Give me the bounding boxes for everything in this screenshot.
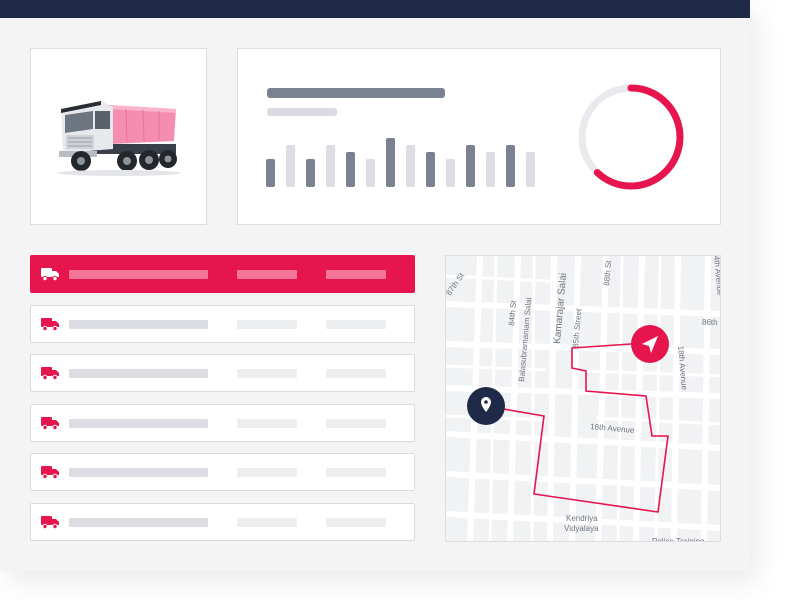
bar-chart-bar <box>406 145 415 187</box>
truck-icon <box>41 417 59 430</box>
statistics-card <box>237 48 721 225</box>
vehicle-name-placeholder <box>69 419 208 428</box>
bar-chart-bar <box>346 152 355 187</box>
bar-chart-bar <box>526 152 535 187</box>
vehicle-list-row[interactable] <box>30 255 415 293</box>
street-label: 16th Avenue <box>590 422 636 435</box>
bar-chart-bar <box>486 152 495 187</box>
bar-chart-bar <box>306 159 315 187</box>
stats-title-placeholder <box>267 88 445 98</box>
vehicle-status-placeholder <box>326 369 386 378</box>
vehicle-status-placeholder <box>326 419 386 428</box>
street-label: 88th St <box>602 259 613 286</box>
vehicle-list-row[interactable] <box>30 404 415 442</box>
vehicle-name-placeholder <box>69 320 208 329</box>
vehicle-list-row[interactable] <box>30 453 415 491</box>
top-navbar <box>0 0 750 18</box>
vehicle-detail-placeholder <box>237 419 297 428</box>
vehicle-detail-placeholder <box>237 270 297 279</box>
mini-bar-chart <box>266 138 535 187</box>
bar-chart-bar <box>466 145 475 187</box>
vehicle-status-placeholder <box>326 518 386 527</box>
map-canvas[interactable]: 87th St 84th St Balasubramaniam Salai Ka… <box>446 256 721 542</box>
vehicle-name-placeholder <box>69 468 208 477</box>
stats-subtitle-placeholder <box>267 108 337 116</box>
vehicle-detail-placeholder <box>237 518 297 527</box>
bar-chart-bar <box>266 159 275 187</box>
bar-chart-bar <box>506 145 515 187</box>
bar-chart-bar <box>286 145 295 187</box>
vehicle-status-placeholder <box>326 468 386 477</box>
vehicle-list-row[interactable] <box>30 305 415 343</box>
app-window: 87th St 84th St Balasubramaniam Salai Ka… <box>0 0 750 571</box>
bar-chart-bar <box>386 138 395 187</box>
dump-truck-image <box>57 101 181 176</box>
vehicle-detail-placeholder <box>237 320 297 329</box>
vehicle-detail-placeholder <box>237 369 297 378</box>
vehicle-detail-placeholder <box>237 468 297 477</box>
progress-donut <box>578 84 684 190</box>
street-label: 86th <box>702 318 718 327</box>
vehicle-name-placeholder <box>69 369 208 378</box>
street-label: 87th St <box>446 271 467 298</box>
bar-chart-bar <box>326 145 335 187</box>
route-map[interactable]: 87th St 84th St Balasubramaniam Salai Ka… <box>445 255 721 542</box>
vehicle-name-placeholder <box>69 270 208 279</box>
place-label: Vidyalaya <box>564 524 599 533</box>
location-pin-icon[interactable] <box>467 387 505 425</box>
vehicle-list-row[interactable] <box>30 354 415 392</box>
truck-icon <box>41 268 59 281</box>
truck-icon <box>41 318 59 331</box>
navigation-arrow-icon[interactable] <box>631 325 669 363</box>
vehicle-status-placeholder <box>326 320 386 329</box>
vehicle-list-row[interactable] <box>30 503 415 541</box>
truck-icon <box>41 516 59 529</box>
vehicle-name-placeholder <box>69 518 208 527</box>
place-label: Kendriya <box>566 514 598 523</box>
bar-chart-bar <box>366 159 375 187</box>
vehicle-status-placeholder <box>326 270 386 279</box>
bar-chart-bar <box>426 152 435 187</box>
place-label: Police Training <box>652 537 704 542</box>
street-label: 85th Street <box>571 308 583 349</box>
street-label: 4th Avenue <box>712 256 721 296</box>
truck-icon <box>41 367 59 380</box>
bar-chart-bar <box>446 159 455 187</box>
truck-icon <box>41 466 59 479</box>
vehicle-photo-card[interactable] <box>30 48 207 225</box>
place-label: Girls Hostel <box>622 256 664 258</box>
